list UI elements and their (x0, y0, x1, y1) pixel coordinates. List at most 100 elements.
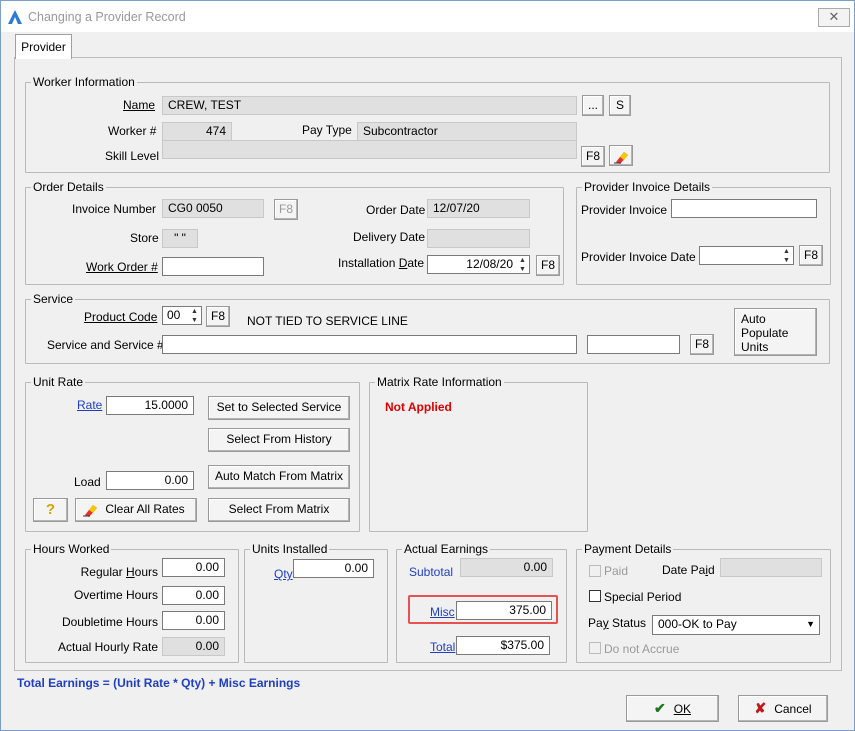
title-bar: Changing a Provider Record ✕ (1, 1, 854, 32)
qty-link[interactable]: Qty (274, 567, 293, 581)
service-label: Service and Service # (47, 338, 164, 352)
chevron-down-icon: ▼ (806, 619, 815, 629)
actual-hourly-rate-field: 0.00 (162, 637, 225, 656)
actual-hourly-rate-label: Actual Hourly Rate (57, 640, 158, 654)
store-field: " " (162, 229, 198, 248)
special-period-label: Special Period (604, 590, 682, 604)
total-field: $375.00 (456, 636, 550, 655)
date-paid-label: Date Paid (662, 563, 715, 577)
group-title: Service (31, 292, 76, 306)
group-title: Units Installed (250, 542, 330, 556)
provider-invoice-f8-button[interactable]: F8 (799, 245, 823, 266)
help-button[interactable]: ? (33, 498, 68, 522)
clear-all-rates-label: Clear All Rates (105, 502, 185, 516)
pay-status-value: 000-OK to Pay (658, 617, 737, 631)
skill-level-label: Skill Level (105, 149, 160, 163)
date-paid-field (720, 558, 822, 577)
paid-checkbox[interactable] (589, 565, 601, 577)
provider-invoice-date-input[interactable]: ▲ ▼ (699, 246, 794, 265)
product-code-value: 00 (167, 308, 181, 322)
store-label: Store (130, 231, 159, 245)
earnings-formula-text: Total Earnings = (Unit Rate * Qty) + Mis… (17, 676, 301, 690)
auto-populate-line1: Auto (741, 312, 766, 326)
group-title: Matrix Rate Information (375, 375, 504, 389)
doubletime-hours-input[interactable]: 0.00 (162, 611, 225, 630)
auto-populate-line3: Units (741, 340, 769, 354)
service-f8-button[interactable]: F8 (690, 334, 714, 355)
installation-date-input[interactable]: 12/08/20 ▲ ▼ (427, 255, 530, 274)
order-date-label: Order Date (366, 203, 426, 217)
not-tied-text: NOT TIED TO SERVICE LINE (247, 314, 408, 328)
window-title: Changing a Provider Record (28, 10, 186, 24)
overtime-hours-label: Overtime Hours (73, 588, 158, 602)
subtotal-field: 0.00 (460, 558, 553, 577)
subtotal-label: Subtotal (409, 565, 454, 579)
skill-level-field (162, 140, 577, 159)
rate-link[interactable]: Rate (77, 398, 102, 412)
check-icon: ✔ (653, 700, 666, 716)
name-label: Name (123, 98, 156, 112)
skill-f8-button[interactable]: F8 (581, 146, 605, 167)
group-title: Hours Worked (31, 542, 112, 556)
rate-input[interactable]: 15.0000 (106, 396, 194, 415)
provider-invoice-input[interactable] (671, 199, 817, 218)
clear-all-rates-button[interactable]: Clear All Rates (75, 498, 197, 522)
total-link[interactable]: Total (430, 640, 455, 654)
cancel-label: Cancel (774, 702, 812, 716)
work-order-input[interactable] (162, 257, 264, 276)
paid-label: Paid (604, 564, 629, 578)
ok-label: OK (673, 702, 692, 716)
name-lookup-button[interactable]: ... (582, 95, 604, 116)
doubletime-hours-label: Doubletime Hours (61, 615, 158, 629)
pay-status-select[interactable]: 000-OK to Pay ▼ (652, 615, 820, 635)
service-num-input[interactable] (587, 335, 680, 354)
product-code-f8-button[interactable]: F8 (206, 306, 230, 327)
eraser-icon (614, 152, 628, 164)
overtime-hours-input[interactable]: 0.00 (162, 586, 225, 605)
group-title: Provider Invoice Details (582, 180, 713, 194)
cancel-button[interactable]: ✘ Cancel (738, 695, 828, 722)
load-input[interactable]: 0.00 (106, 471, 194, 490)
group-title: Worker Information (31, 75, 137, 89)
delivery-date-field (427, 229, 530, 248)
close-button[interactable]: ✕ (818, 8, 850, 27)
date-spinner[interactable]: ▲ ▼ (781, 247, 792, 264)
regular-hours-input[interactable]: 0.00 (162, 558, 225, 577)
select-from-matrix-button[interactable]: Select From Matrix (208, 498, 350, 522)
product-code-input[interactable]: 00 ▲ ▼ (162, 306, 202, 325)
worker-num-label: Worker # (108, 124, 157, 138)
code-spinner[interactable]: ▲ ▼ (189, 307, 200, 324)
auto-match-from-matrix-button[interactable]: Auto Match From Matrix (208, 465, 350, 489)
order-date-field: 12/07/20 (427, 199, 530, 218)
x-icon: ✘ (754, 700, 767, 716)
misc-highlight-box (408, 595, 558, 624)
pay-status-label: Pay Status (588, 616, 647, 630)
date-spinner[interactable]: ▲ ▼ (517, 256, 528, 273)
select-from-history-button[interactable]: Select From History (208, 428, 350, 452)
do-not-accrue-label: Do not Accrue (604, 642, 680, 656)
regular-hours-label: Regular Hours (80, 565, 158, 579)
group-title: Order Details (31, 180, 106, 194)
set-to-selected-service-button[interactable]: Set to Selected Service (208, 396, 350, 420)
tab-provider[interactable]: Provider (15, 34, 72, 59)
name-field[interactable]: CREW, TEST (162, 96, 577, 115)
help-icon: ? (45, 501, 56, 518)
product-code-label: Product Code (84, 310, 158, 324)
invoice-f8-button[interactable]: F8 (274, 199, 298, 220)
invoice-number-field: CG0 0050 (162, 199, 264, 218)
provider-invoice-date-label: Provider Invoice Date (581, 250, 696, 264)
auto-populate-units-button[interactable]: Auto Populate Units (734, 308, 817, 356)
s-button[interactable]: S (609, 95, 631, 116)
do-not-accrue-checkbox[interactable] (589, 642, 601, 654)
ok-button[interactable]: ✔ OK (626, 695, 719, 722)
special-period-checkbox[interactable] (589, 590, 601, 602)
matrix-status-text: Not Applied (385, 400, 452, 414)
clear-skill-button[interactable] (609, 145, 633, 166)
service-input[interactable] (162, 335, 577, 354)
installation-date-label: Installation Date (338, 256, 425, 270)
installation-f8-button[interactable]: F8 (536, 255, 560, 276)
installation-date-value: 12/08/20 (466, 257, 513, 271)
qty-input[interactable]: 0.00 (293, 559, 374, 578)
pay-type-label: Pay Type (302, 123, 352, 137)
group-title: Payment Details (582, 542, 674, 556)
